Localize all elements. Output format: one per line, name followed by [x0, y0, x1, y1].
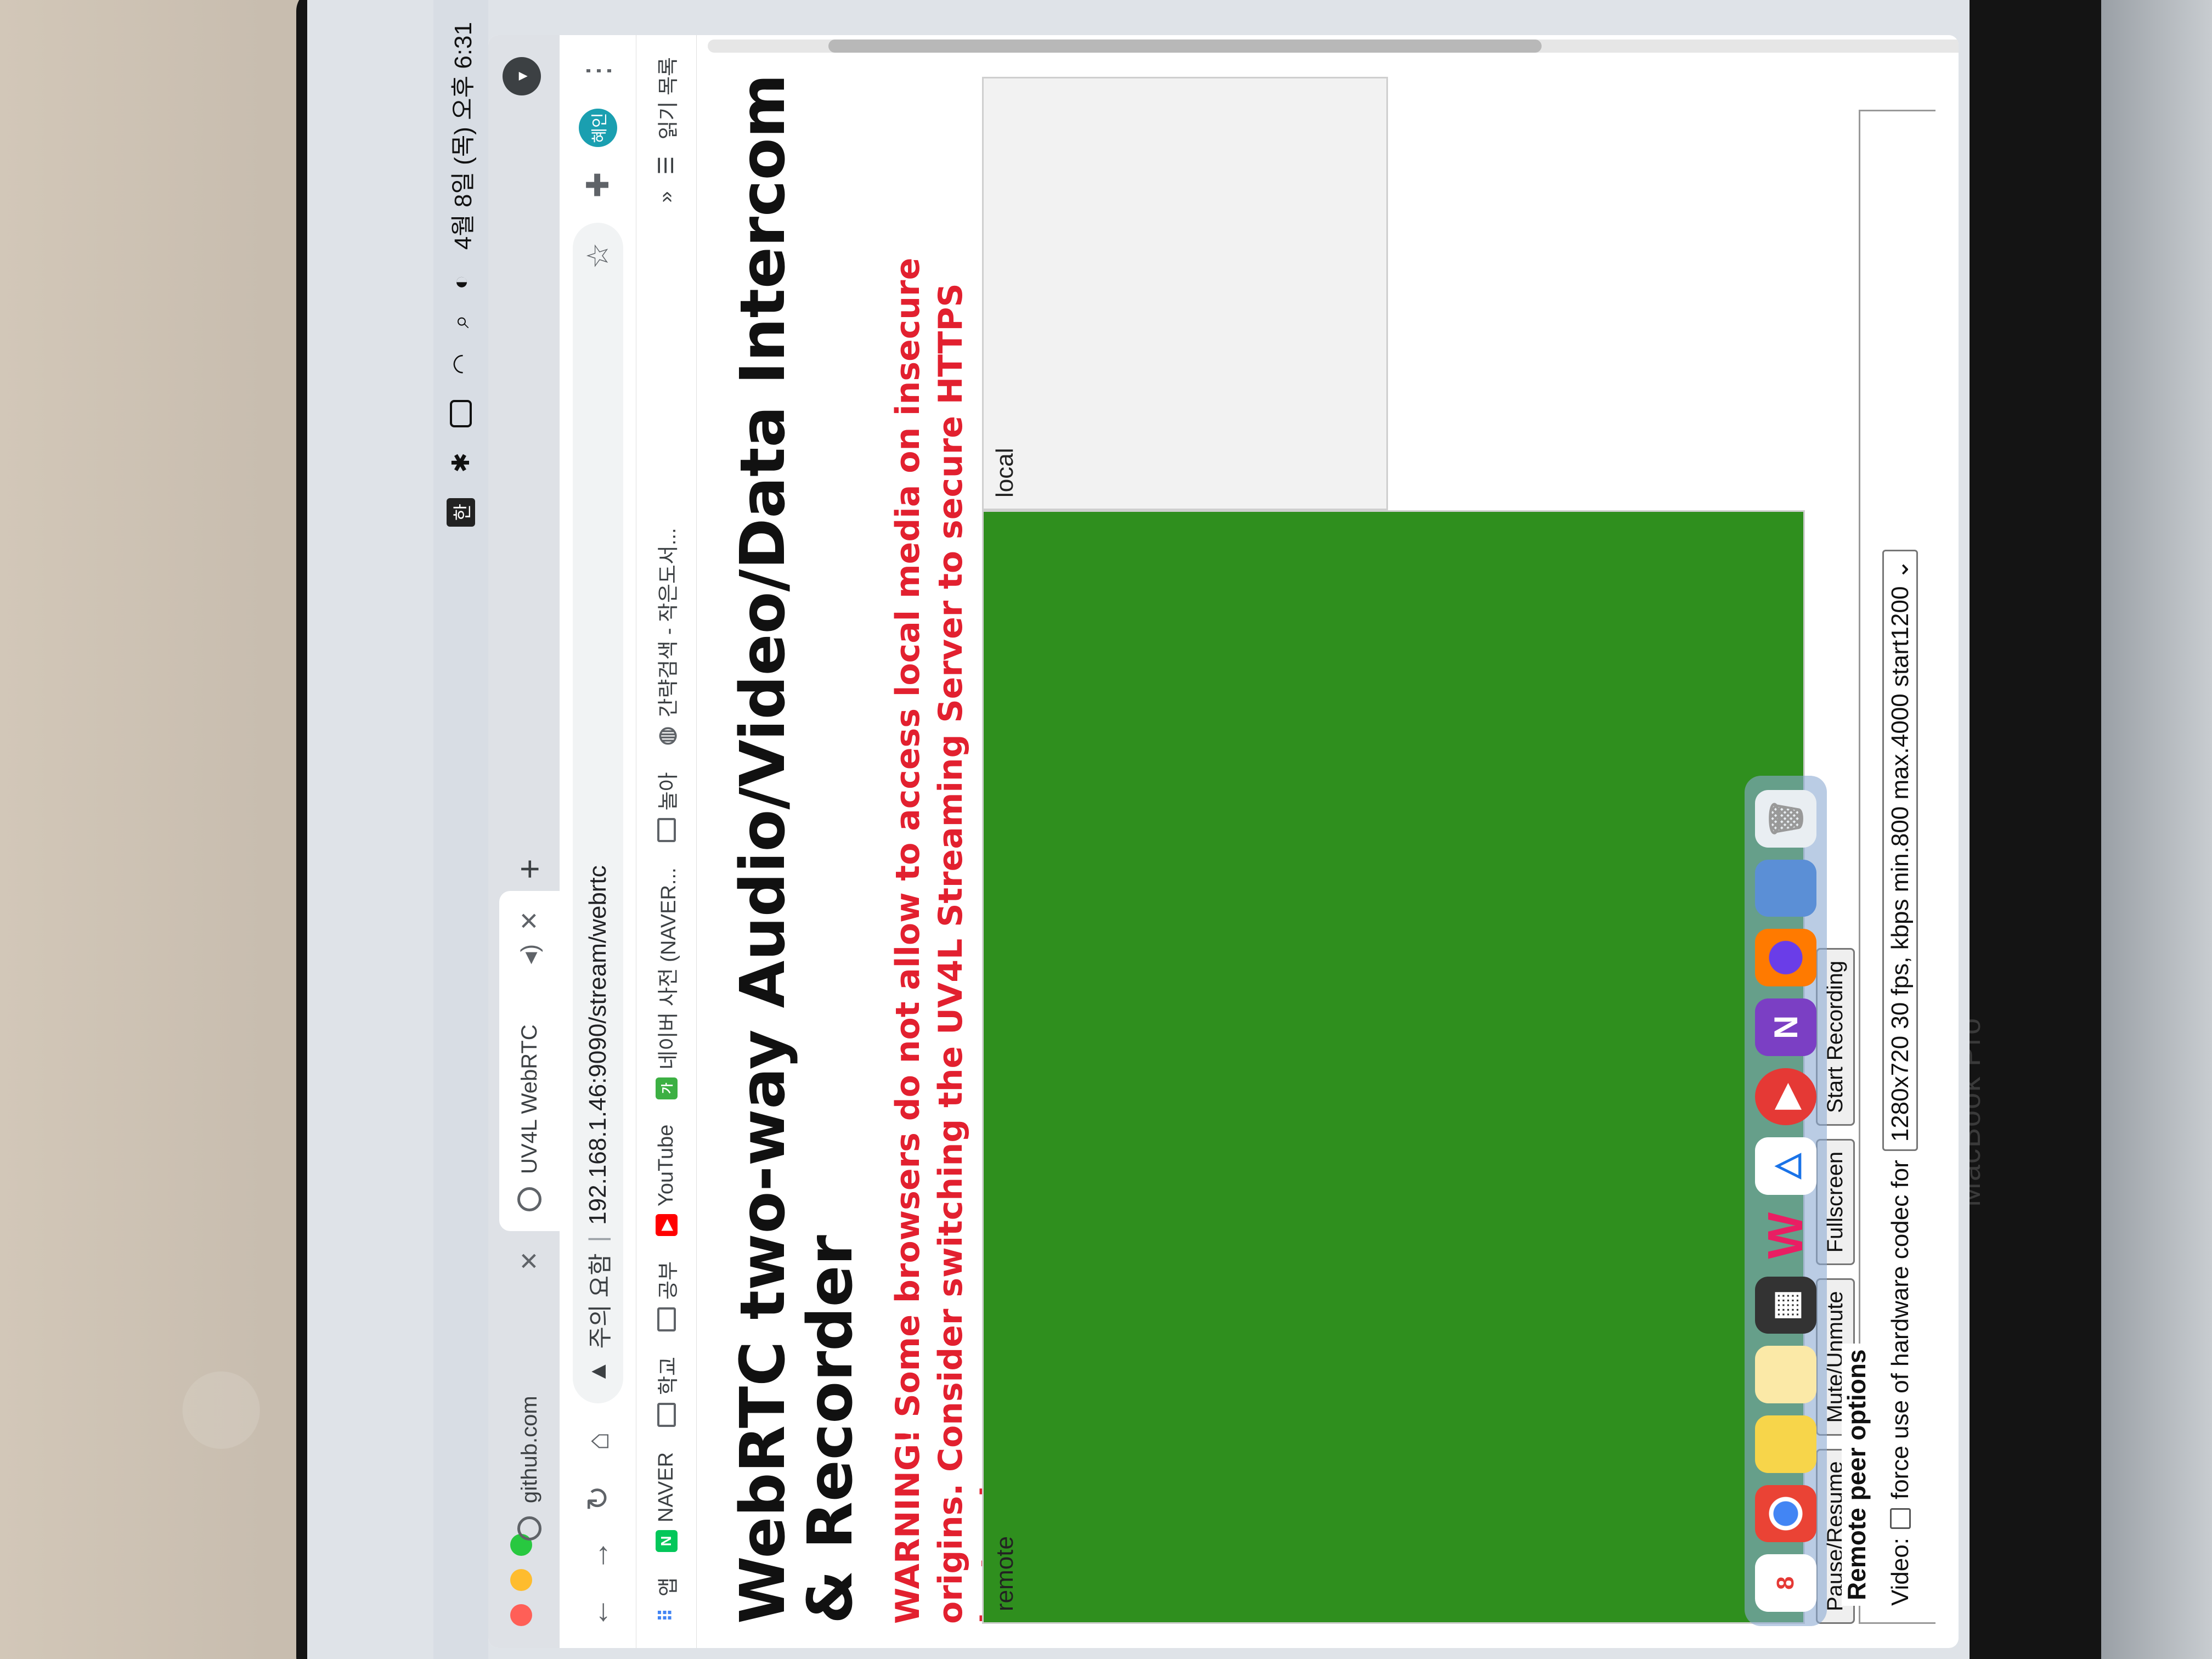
google-drive-dock-icon[interactable]: △	[1755, 1137, 1816, 1195]
calendar-dock-icon[interactable]: 8	[1755, 1554, 1816, 1612]
chevron-down-icon: ⌄	[1887, 559, 1914, 580]
reading-list-icon: ☰	[655, 156, 678, 175]
reload-icon[interactable]: ↻	[580, 1479, 616, 1517]
force-hardware-codec-checkbox[interactable]	[1889, 1508, 1911, 1530]
profile-avatar[interactable]: 혜인	[578, 109, 617, 147]
video-label: Video:	[1886, 1538, 1914, 1606]
close-window-button[interactable]	[510, 1604, 532, 1626]
security-label[interactable]: 주의 요함	[580, 1253, 616, 1348]
bookmark-label: 간략검색 - 작은도서...	[657, 528, 680, 718]
video-player-dock-icon[interactable]: ▶	[1755, 1068, 1816, 1126]
menubar-clock[interactable]: 4월 8일 (목) 오후 6:31	[443, 22, 478, 250]
bookmark-naver-dictionary[interactable]: 가 네이버 사전 (NAVER...	[651, 867, 681, 1099]
folder-icon	[657, 818, 676, 843]
extensions-puzzle-icon[interactable]: ✚	[580, 166, 616, 204]
tab-github[interactable]: github.com ✕	[499, 1231, 560, 1560]
speaker-icon[interactable]: ◂)	[516, 944, 544, 964]
bookmark-school-folder[interactable]: 학교	[651, 1357, 681, 1427]
tab-title: github.com	[517, 1396, 541, 1503]
bookmark-play-folder[interactable]: 놀아	[651, 772, 681, 843]
forward-icon[interactable]: →	[580, 1536, 616, 1575]
tab-uv4l-webrtc[interactable]: UV4L WebRTC ◂) ✕	[499, 891, 560, 1231]
bookmark-youtube[interactable]: ▶ YouTube	[654, 1124, 678, 1237]
bookmarks-overflow: » ☰ 읽기 목록	[651, 57, 681, 203]
chrome-dock-icon[interactable]	[1755, 1485, 1816, 1543]
wifi-icon[interactable]: ◠	[447, 353, 475, 374]
codec-select-value: 1280x720 30 fps, kbps min.800 max.4000 s…	[1887, 586, 1914, 1142]
new-tab-button[interactable]: +	[499, 847, 560, 891]
close-icon[interactable]: ✕	[516, 911, 544, 931]
bookmark-star-icon[interactable]: ☆	[580, 242, 615, 269]
control-center-icon[interactable]: ◐	[447, 275, 475, 290]
local-video[interactable]: local	[982, 77, 1388, 510]
bookmark-label: 앱	[657, 1577, 680, 1596]
reading-list-button[interactable]: 읽기 목록	[651, 57, 681, 139]
address-bar[interactable]: ▲ 주의 요함 | 192.168.1.46:9090/stream/webrt…	[572, 223, 623, 1403]
remote-peer-options: Remote peer options Video: force use of …	[1842, 110, 1936, 1624]
kakao-icon: 가	[655, 1077, 678, 1099]
bookmark-study-folder[interactable]: 공부	[651, 1261, 681, 1331]
bookmark-label: 네이버 사전 (NAVER...	[657, 867, 680, 1070]
tab-search-icon[interactable]: ▾	[503, 57, 541, 95]
tab-strip: github.com ✕ UV4L WebRTC ◂) ✕ + ▾	[488, 35, 560, 1648]
bluetooth-icon[interactable]: ✱	[447, 453, 475, 473]
home-icon[interactable]: ⌂	[580, 1422, 616, 1460]
not-secure-warning-icon[interactable]: ▲	[584, 1359, 612, 1384]
page-title: WebRTC two-way Audio/Video/Data Intercom…	[727, 74, 867, 1624]
page-scrollbar-thumb[interactable]	[828, 40, 1542, 53]
naver-icon: N	[655, 1530, 678, 1553]
bookmark-library-search[interactable]: ◍ 간략검색 - 작은도서...	[651, 528, 681, 747]
tab-title: UV4L WebRTC	[517, 1024, 541, 1174]
peer-options-legend: Remote peer options	[1842, 1344, 1871, 1606]
hardware-codec-row: Video: force use of hardware codec for 1…	[1882, 550, 1918, 1606]
bookmark-label: 놀아	[657, 772, 680, 811]
bookmark-label: 공부	[657, 1261, 680, 1300]
laptop-body	[2101, 0, 2212, 1659]
globe-icon	[517, 1516, 541, 1541]
globe-icon	[517, 1187, 541, 1211]
hardware-codec-label: force use of hardware codec for	[1886, 1160, 1914, 1500]
remote-video[interactable]: remote	[982, 510, 1805, 1624]
macos-dock: 8 ▦ W △ ▶ N 🗑	[1745, 776, 1827, 1626]
close-icon[interactable]: ✕	[516, 1251, 544, 1271]
apps-grid-icon: ⠿	[656, 1608, 677, 1622]
photo-preview-dock-icon[interactable]	[1755, 859, 1816, 917]
youtube-icon: ▶	[655, 1214, 678, 1237]
bookmark-naver[interactable]: N NAVER	[654, 1452, 678, 1553]
bookmark-label: NAVER	[654, 1452, 678, 1523]
chrome-window: github.com ✕ UV4L WebRTC ◂) ✕ + ▾ ← → ↻ …	[488, 35, 1959, 1648]
bookmark-label: 학교	[657, 1357, 680, 1395]
word-app-dock-icon[interactable]: W	[1755, 1207, 1816, 1265]
webpage-content: WebRTC two-way Audio/Video/Data Intercom…	[697, 35, 1936, 1648]
macos-menu-bar: 한 ✱ ◠ ⌕ ◐ 4월 8일 (목) 오후 6:31	[433, 0, 488, 1659]
remote-video-label: remote	[991, 1536, 1018, 1611]
battery-icon[interactable]	[450, 399, 472, 427]
folder-icon	[657, 1402, 676, 1427]
spotlight-search-icon[interactable]: ⌕	[447, 315, 475, 329]
bookmark-label: YouTube	[654, 1124, 678, 1207]
address-separator: |	[584, 1235, 611, 1243]
back-icon[interactable]: ←	[580, 1593, 616, 1632]
url-text[interactable]: 192.168.1.46:9090/stream/webrtc	[584, 865, 612, 1225]
stickies-dock-icon[interactable]	[1755, 1415, 1816, 1473]
more-menu-icon[interactable]: ⋮	[580, 52, 616, 90]
local-video-label: local	[991, 448, 1018, 498]
browser-toolbar: ← → ↻ ⌂ ▲ 주의 요함 | 192.168.1.46:9090/stre…	[560, 35, 636, 1648]
laptop-screen: 한 ✱ ◠ ⌕ ◐ 4월 8일 (목) 오후 6:31 github.com ✕…	[307, 0, 1970, 1659]
more-bookmarks-chevron[interactable]: »	[654, 191, 678, 202]
notes-dock-icon[interactable]	[1755, 1346, 1816, 1403]
globe-icon: ◍	[654, 726, 679, 746]
codec-resolution-select[interactable]: 1280x720 30 fps, kbps min.800 max.4000 s…	[1882, 550, 1918, 1152]
video-area: remote local	[982, 77, 1805, 1624]
trash-dock-icon[interactable]: 🗑	[1755, 789, 1816, 848]
onenote-dock-icon[interactable]: N	[1755, 998, 1816, 1056]
input-method-indicator[interactable]: 한	[447, 498, 475, 527]
bookmarks-bar: ⠿ 앱 N NAVER 학교 공부 ▶ YouTube 가 네이버 사전 (NA	[636, 35, 697, 1648]
bookmark-apps[interactable]: ⠿ 앱	[651, 1577, 681, 1626]
calculator-dock-icon[interactable]: ▦	[1755, 1276, 1816, 1334]
folder-icon	[657, 1307, 676, 1331]
firefox-dock-icon[interactable]	[1755, 929, 1816, 986]
minimize-window-button[interactable]	[510, 1569, 532, 1591]
